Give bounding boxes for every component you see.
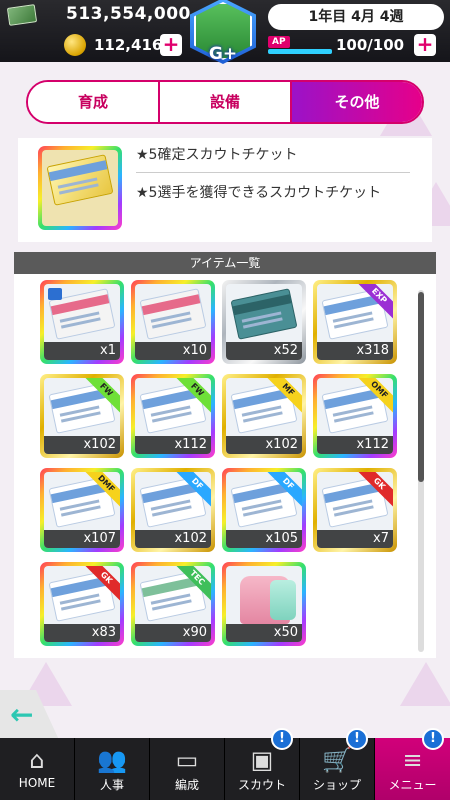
new-item-icon bbox=[48, 288, 62, 300]
tab-facilities[interactable]: 設備 bbox=[160, 82, 292, 122]
item-slot[interactable]: DF x105 bbox=[222, 468, 306, 552]
tab-other[interactable]: その他 bbox=[292, 82, 422, 122]
recover-ap-button[interactable]: + bbox=[414, 34, 436, 56]
item-count: x50 bbox=[226, 624, 302, 642]
money-icon bbox=[6, 4, 38, 26]
ap-value: 100/100 bbox=[336, 36, 405, 54]
status-bar: 513,554,000 112,416 + G+ 1年目 4月 4週 AP 10… bbox=[0, 0, 450, 64]
money-amount: 513,554,000 bbox=[66, 4, 191, 24]
item-slot[interactable]: x50 bbox=[222, 562, 306, 646]
item-slot[interactable]: GK x7 bbox=[313, 468, 397, 552]
nav-label: 人事 bbox=[99, 778, 124, 792]
item-slot[interactable]: x10 bbox=[131, 280, 215, 364]
menu-icon: ≡ bbox=[402, 746, 423, 774]
item-slot[interactable]: MF x102 bbox=[222, 374, 306, 458]
back-button[interactable]: ← bbox=[0, 690, 60, 742]
item-detail-card: ★5確定スカウトチケット ★5選手を獲得できるスカウトチケット bbox=[18, 138, 432, 242]
home-icon: ⌂ bbox=[29, 746, 45, 774]
ticket-icon bbox=[230, 288, 298, 340]
nav-label: HOME bbox=[18, 776, 56, 790]
people-icon: 👥 bbox=[97, 746, 127, 774]
item-slot[interactable]: FW x112 bbox=[131, 374, 215, 458]
tab-training[interactable]: 育成 bbox=[28, 82, 160, 122]
field-icon: ▭ bbox=[175, 746, 199, 774]
item-count: x83 bbox=[44, 624, 120, 642]
scrollbar-thumb[interactable] bbox=[418, 292, 424, 482]
rank-label: G+ bbox=[208, 44, 238, 64]
nav-label: スカウト bbox=[237, 778, 286, 792]
notification-badge: ! bbox=[422, 728, 444, 750]
category-tabs: 育成 設備 その他 bbox=[26, 80, 424, 124]
nav-personnel[interactable]: 👥 人事 bbox=[75, 738, 150, 800]
coin-icon bbox=[64, 34, 86, 56]
nav-scout[interactable]: ▣ スカウト! bbox=[225, 728, 300, 800]
notification-badge: ! bbox=[346, 728, 368, 750]
nav-label: 編成 bbox=[174, 778, 199, 792]
item-count: x318 bbox=[317, 342, 393, 360]
item-count: x7 bbox=[317, 530, 393, 548]
item-slot[interactable]: TEC x90 bbox=[131, 562, 215, 646]
item-slot[interactable]: FW x102 bbox=[40, 374, 124, 458]
nav-formation[interactable]: ▭ 編成 bbox=[150, 738, 225, 800]
nav-label: ショップ bbox=[312, 778, 361, 792]
game-date: 1年目 4月 4週 bbox=[268, 4, 444, 30]
item-count: x1 bbox=[44, 342, 120, 360]
selected-item-thumbnail bbox=[38, 146, 122, 230]
item-slot[interactable]: DMF x107 bbox=[40, 468, 124, 552]
club-rank-badge[interactable]: G+ bbox=[188, 0, 258, 70]
item-count: x112 bbox=[317, 436, 393, 454]
item-count: x102 bbox=[226, 436, 302, 454]
nav-menu[interactable]: ≡ メニュー! bbox=[375, 728, 450, 800]
item-count: x105 bbox=[226, 530, 302, 548]
nav-home[interactable]: ⌂ HOME bbox=[0, 738, 75, 800]
item-count: x112 bbox=[135, 436, 211, 454]
item-count: x90 bbox=[135, 624, 211, 642]
item-list-header: アイテム一覧 bbox=[14, 252, 436, 274]
selected-item-name: ★5確定スカウトチケット bbox=[136, 147, 298, 163]
item-count: x10 bbox=[135, 342, 211, 360]
item-count: x52 bbox=[226, 342, 302, 360]
nav-label: メニュー bbox=[388, 778, 437, 792]
item-slot[interactable]: x52 bbox=[222, 280, 306, 364]
item-slot[interactable]: OMF x112 bbox=[313, 374, 397, 458]
item-count: x102 bbox=[44, 436, 120, 454]
cart-icon: 🛒 bbox=[322, 746, 352, 774]
coin-amount: 112,416 bbox=[94, 36, 163, 54]
item-slot[interactable]: x1 bbox=[40, 280, 124, 364]
back-arrow-icon: ← bbox=[10, 698, 34, 731]
item-list-panel: x1 x10 x52 EXP x318 FW x102 FW x112 MF x102 OMF x112… bbox=[14, 274, 436, 658]
ap-label: AP bbox=[268, 36, 290, 48]
item-slot[interactable]: DF x102 bbox=[131, 468, 215, 552]
item-count: x107 bbox=[44, 530, 120, 548]
buy-coins-button[interactable]: + bbox=[160, 34, 182, 56]
scout-icon: ▣ bbox=[250, 746, 274, 774]
item-slot[interactable]: GK x83 bbox=[40, 562, 124, 646]
ap-gauge bbox=[268, 49, 332, 54]
ticket-icon bbox=[139, 288, 207, 340]
nav-shop[interactable]: 🛒 ショップ! bbox=[300, 728, 375, 800]
detail-divider bbox=[136, 172, 410, 173]
item-count: x102 bbox=[135, 530, 211, 548]
bottom-navigation: ⌂ HOME 👥 人事 ▭ 編成 ▣ スカウト! 🛒 ショップ! ≡ メニュー! bbox=[0, 728, 450, 800]
selected-item-description: ★5選手を獲得できるスカウトチケット bbox=[136, 185, 382, 201]
item-slot[interactable]: EXP x318 bbox=[313, 280, 397, 364]
notification-badge: ! bbox=[271, 728, 293, 750]
